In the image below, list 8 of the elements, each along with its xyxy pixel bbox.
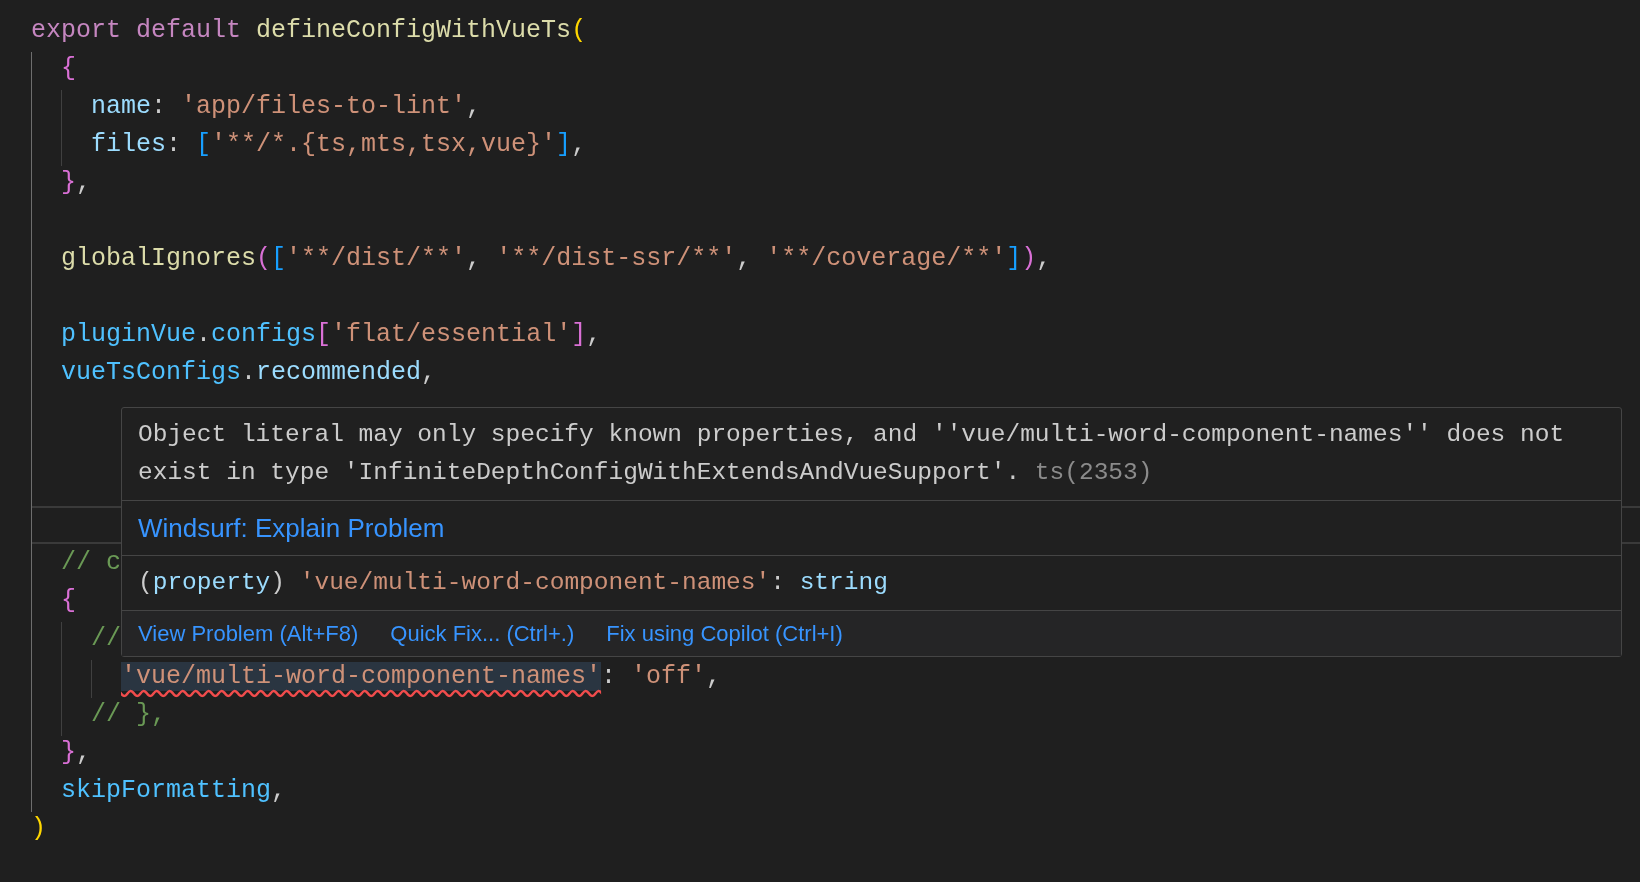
action-link[interactable]: View Problem (Alt+F8) [138, 617, 359, 650]
code-line: export default defineConfigWithVueTs( [31, 15, 587, 47]
action-link[interactable]: Quick Fix... (Ctrl+.) [390, 617, 575, 650]
error-message: Object literal may only specify known properties, and ''vue/multi-word-component-names'' does not exist in type 'InfiniteDepthConfigWithExtendsAndVueSupport'. ts(2353) [138, 420, 1566, 488]
explain-problem-link[interactable]: Windsurf: Explain Problem [138, 513, 445, 543]
action-link[interactable]: Fix using Copilot (Ctrl+I) [606, 617, 843, 650]
code-line: ) [31, 813, 46, 845]
type-signature: (property) 'vue/multi-word-component-names': string [138, 569, 888, 596]
